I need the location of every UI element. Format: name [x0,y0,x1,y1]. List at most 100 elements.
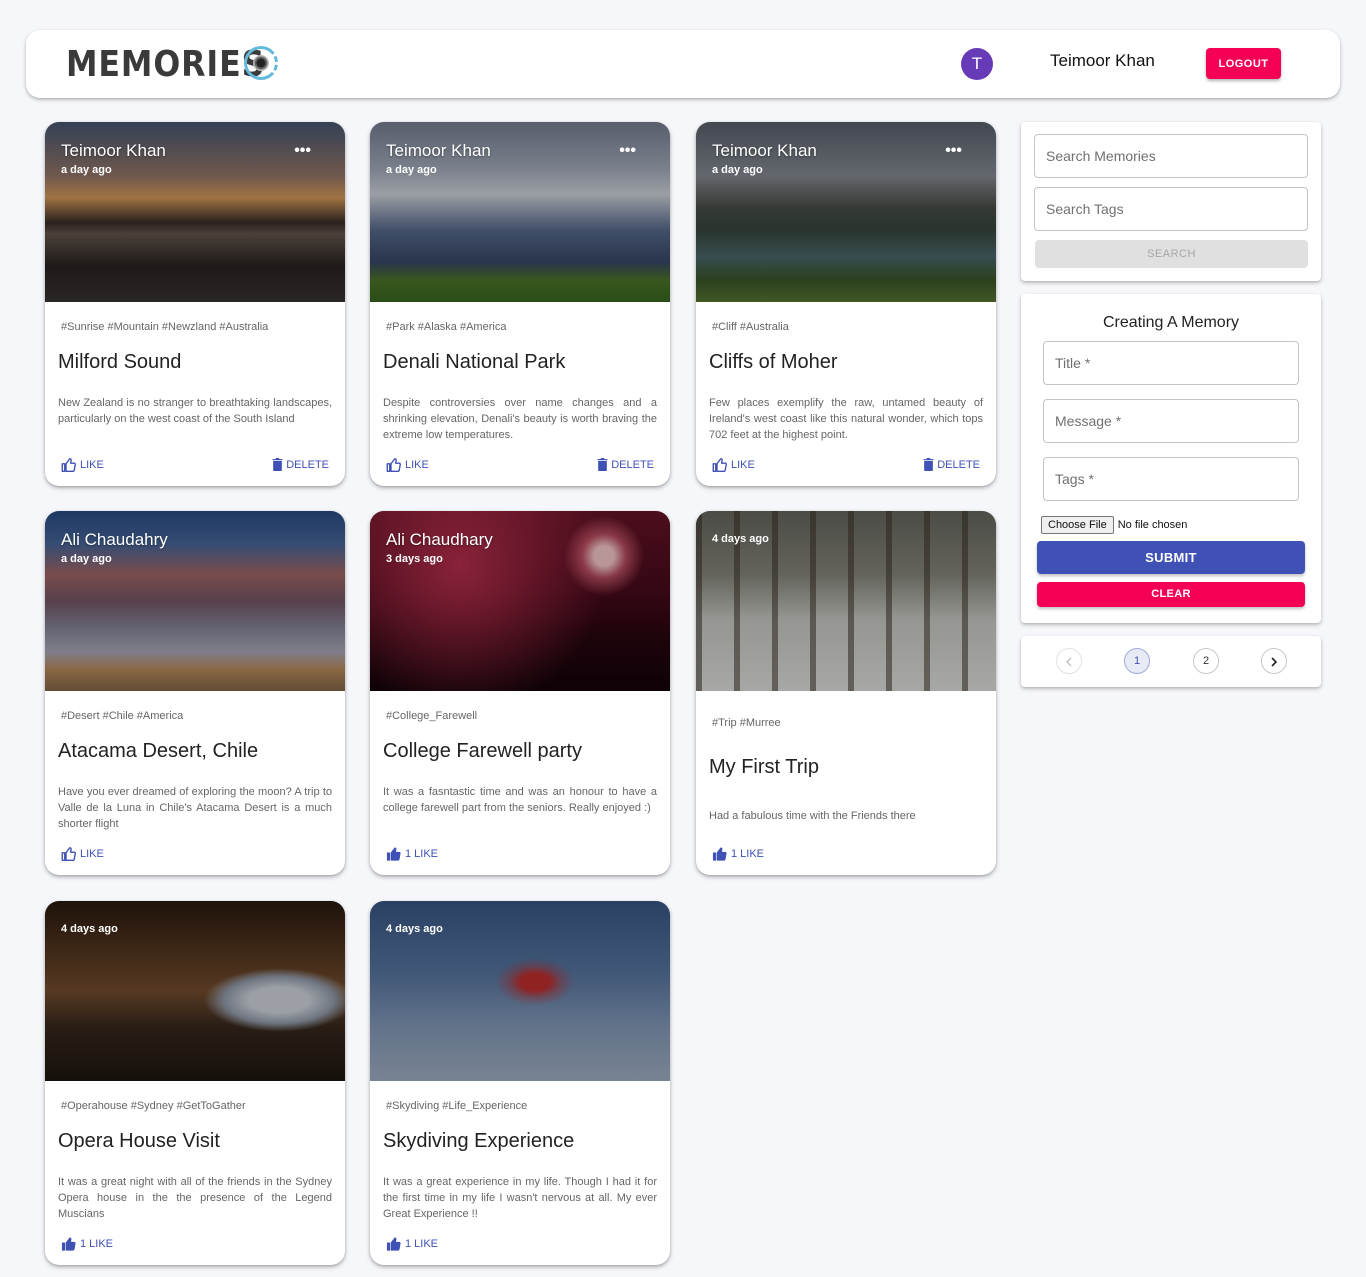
create-memory-form: Creating A Memory Title * Message * Tags… [1021,294,1321,623]
card-tags: #Operahouse #Sydney #GetToGather [61,1100,246,1112]
app-bar: MEMORIES T Teimoor Khan LOGOUT [26,30,1340,98]
card-time: a day ago [61,164,112,176]
card-message: Have you ever dreamed of exploring the m… [58,786,332,830]
card-tags: #Sunrise #Mountain #Newzland #Australia [61,321,269,333]
like-label: LIKE [731,459,755,471]
like-label: 1 LIKE [405,848,439,860]
card-time: 3 days ago [386,553,443,565]
card-title: Milford Sound [58,351,182,373]
search-button[interactable]: SEARCH [1035,240,1308,268]
chevron-left-icon [1066,657,1072,667]
more-options-icon[interactable]: ••• [945,142,962,160]
thumb-up-icon [712,458,727,472]
like-label: 1 LIKE [405,1238,439,1250]
card-author: Ali Chaudhary [386,530,493,549]
memory-card[interactable]: Teimoor Khan a day ago ••• #Sunrise #Mou… [45,122,345,486]
message-field[interactable]: Message * [1043,399,1299,443]
like-label: LIKE [80,848,104,860]
card-message: Had a fabulous time with the Friends the… [709,810,916,822]
card-image: 4 days ago [696,511,996,691]
card-image: Ali Chaudahry a day ago [45,511,345,691]
card-time: 4 days ago [386,923,443,935]
submit-button[interactable]: SUBMIT [1037,541,1305,574]
trash-icon [597,458,608,471]
page-button-2[interactable]: 2 [1193,648,1219,674]
tags-field[interactable]: Tags * [1043,457,1299,501]
like-button[interactable]: LIKE [712,458,755,472]
thumb-up-icon [712,847,727,861]
card-message: It was a great experience in my life. Th… [383,1176,657,1220]
pagination: 1 2 [1021,636,1321,687]
like-label: LIKE [80,459,104,471]
more-options-icon[interactable]: ••• [294,142,311,160]
like-button[interactable]: LIKE [386,458,429,472]
card-message: It was a fasntastic time and was an hono… [383,786,657,814]
card-tags: #College_Farewell [386,710,478,722]
memory-card[interactable]: Teimoor Khan a day ago ••• #Cliff #Austr… [696,122,996,486]
clear-button[interactable]: CLEAR [1037,582,1305,607]
like-label: 1 LIKE [731,848,765,860]
memory-card[interactable]: 4 days ago #Skydiving #Life_Experience S… [370,901,670,1265]
memory-card[interactable]: Teimoor Khan a day ago ••• #Park #Alaska… [370,122,670,486]
delete-button[interactable]: DELETE [923,458,980,471]
like-button[interactable]: 1 LIKE [712,847,764,861]
thumb-up-icon [386,847,401,861]
card-tags: #Cliff #Australia [712,321,789,333]
thumb-up-icon [61,458,76,472]
delete-button[interactable]: DELETE [272,458,329,471]
delete-label: DELETE [286,458,329,471]
memory-card[interactable]: Ali Chaudhary 3 days ago #College_Farewe… [370,511,670,875]
card-message: Few places exemplify the raw, untamed be… [709,397,983,441]
logout-button[interactable]: LOGOUT [1206,48,1281,79]
card-message: New Zealand is no stranger to breathtaki… [58,397,332,425]
next-page-button[interactable] [1261,648,1287,674]
memory-card[interactable]: 4 days ago #Trip #Murree My First Trip H… [696,511,996,875]
memory-card[interactable]: 4 days ago #Operahouse #Sydney #GetToGat… [45,901,345,1265]
card-title: Opera House Visit [58,1130,220,1152]
card-image: 4 days ago [45,901,345,1081]
card-image: Teimoor Khan a day ago ••• [370,122,670,302]
file-status: No file chosen [1117,519,1188,531]
memory-card[interactable]: Ali Chaudahry a day ago #Desert #Chile #… [45,511,345,875]
delete-label: DELETE [611,458,654,471]
more-options-icon[interactable]: ••• [619,142,636,160]
delete-button[interactable]: DELETE [597,458,654,471]
brand-title: MEMORIES [66,44,266,85]
like-button[interactable]: 1 LIKE [386,1237,438,1251]
card-author: Ali Chaudahry [61,530,168,549]
card-tags: #Skydiving #Life_Experience [386,1100,528,1112]
card-title: Skydiving Experience [383,1130,575,1152]
like-button[interactable]: LIKE [61,458,104,472]
card-tags: #Park #Alaska #America [386,321,507,333]
card-author: Teimoor Khan [712,141,817,160]
thumb-up-icon [61,1237,76,1251]
card-tags: #Desert #Chile #America [61,710,184,722]
card-title: My First Trip [709,756,819,778]
choose-file-button[interactable]: Choose File [1041,516,1114,534]
thumb-up-icon [386,458,401,472]
card-title: Denali National Park [383,351,566,373]
card-message: It was a great night with all of the fri… [58,1176,332,1220]
thumb-up-icon [61,847,76,861]
like-label: 1 LIKE [80,1238,114,1250]
like-button[interactable]: 1 LIKE [386,847,438,861]
card-time: 4 days ago [712,533,769,545]
avatar: T [961,48,993,80]
trash-icon [923,458,934,471]
like-button[interactable]: LIKE [61,847,104,861]
card-tags: #Trip #Murree [712,717,781,729]
like-button[interactable]: 1 LIKE [61,1237,113,1251]
card-image: Ali Chaudhary 3 days ago [370,511,670,691]
user-name: Teimoor Khan [1050,51,1155,70]
search-memories-input[interactable]: Search Memories [1034,134,1308,178]
memories-logo-icon [244,46,278,80]
page-button-1[interactable]: 1 [1124,648,1150,674]
card-image: Teimoor Khan a day ago ••• [696,122,996,302]
card-image: Teimoor Khan a day ago ••• [45,122,345,302]
title-field[interactable]: Title * [1043,341,1299,385]
card-author: Teimoor Khan [61,141,166,160]
chevron-right-icon [1271,657,1278,667]
previous-page-button[interactable] [1056,648,1082,674]
search-tags-input[interactable]: Search Tags [1034,187,1308,231]
card-time: a day ago [386,164,437,176]
